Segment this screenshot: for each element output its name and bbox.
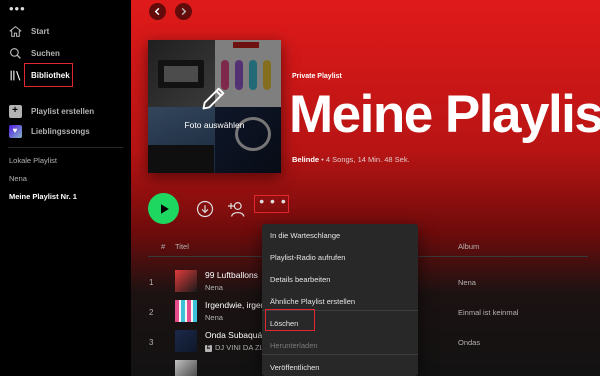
track-album[interactable]: Nena xyxy=(458,278,476,287)
col-num: # xyxy=(161,242,166,251)
menu-item-download: Herunterladen xyxy=(270,341,318,350)
play-button[interactable] xyxy=(148,193,179,224)
context-menu: In die Warteschlange Playlist-Radio aufr… xyxy=(262,224,418,376)
library-icon xyxy=(8,68,22,82)
page-title[interactable]: Meine Playlist xyxy=(289,84,600,146)
menu-item-delete[interactable]: Löschen xyxy=(270,319,298,328)
explicit-badge: E xyxy=(205,344,212,352)
plus-icon-wrap: + xyxy=(8,104,22,118)
track-thumbnail xyxy=(175,330,197,352)
playlist-owner[interactable]: Belinde xyxy=(292,155,319,164)
app-menu-button[interactable]: ••• xyxy=(9,2,26,15)
menu-item-publish[interactable]: Veröffentlichen xyxy=(270,363,319,372)
track-artist[interactable]: Nena xyxy=(205,313,223,322)
add-user-button[interactable] xyxy=(227,199,247,219)
chevron-right-icon xyxy=(181,7,187,16)
search-icon xyxy=(8,46,22,60)
play-icon xyxy=(160,203,169,214)
nav-search-label: Suchen xyxy=(31,48,60,58)
menu-item-edit-details[interactable]: Details bearbeiten xyxy=(270,275,330,284)
add-user-icon xyxy=(228,202,245,217)
forward-button[interactable] xyxy=(175,3,192,20)
playlist-cover[interactable]: Foto auswählen xyxy=(148,40,281,173)
plus-icon: + xyxy=(8,104,22,118)
back-button[interactable] xyxy=(149,3,166,20)
track-thumbnail xyxy=(175,300,197,322)
playlist-stats: • 4 Songs, 14 Min. 48 Sek. xyxy=(319,155,410,164)
track-album[interactable]: Einmal ist keinmal xyxy=(458,308,518,317)
heart-icon-wrap: ♥ xyxy=(8,124,22,138)
menu-item-similar-playlist[interactable]: Ähnliche Playlist erstellen xyxy=(270,297,355,306)
liked-songs-label: Lieblingssongs xyxy=(31,126,90,136)
sidebar-playlist-item[interactable]: Nena xyxy=(9,174,27,183)
menu-divider xyxy=(262,354,418,355)
track-number: 1 xyxy=(149,278,154,287)
nav-start-label: Start xyxy=(31,26,50,36)
home-icon xyxy=(8,24,22,38)
track-artist[interactable]: Nena xyxy=(205,283,223,292)
playlist-meta: Belinde • 4 Songs, 14 Min. 48 Sek. xyxy=(292,155,410,164)
col-title[interactable]: Titel xyxy=(175,242,189,251)
menu-item-radio[interactable]: Playlist-Radio aufrufen xyxy=(270,253,345,262)
nav-library[interactable]: Bibliothek xyxy=(8,65,70,85)
sidebar-playlist-item[interactable]: Meine Playlist Nr. 1 xyxy=(9,192,77,201)
track-number: 3 xyxy=(149,338,154,347)
create-playlist-label: Playlist erstellen xyxy=(31,106,95,116)
nav-start[interactable]: Start xyxy=(8,21,49,41)
track-thumbnail xyxy=(175,360,197,376)
pencil-icon xyxy=(202,87,225,110)
sidebar: ••• Start Suchen Bibliothek + Playlist e… xyxy=(0,0,131,376)
download-icon xyxy=(196,200,214,218)
liked-songs-button[interactable]: ♥ Lieblingssongs xyxy=(8,121,90,141)
track-number: 2 xyxy=(149,308,154,317)
track-album[interactable]: Ondas xyxy=(458,338,480,347)
menu-divider xyxy=(262,310,418,311)
nav-search[interactable]: Suchen xyxy=(8,43,60,63)
col-album[interactable]: Album xyxy=(458,242,479,251)
more-options-button[interactable]: • • • xyxy=(257,194,289,213)
menu-item-queue[interactable]: In die Warteschlange xyxy=(270,231,340,240)
choose-photo-label: Foto auswählen xyxy=(184,120,245,130)
nav-library-label: Bibliothek xyxy=(31,70,70,80)
playlist-type: Private Playlist xyxy=(292,73,342,80)
heart-icon: ♥ xyxy=(8,124,22,138)
sidebar-divider xyxy=(8,147,123,148)
create-playlist-button[interactable]: + Playlist erstellen xyxy=(8,101,94,121)
track-thumbnail xyxy=(175,270,197,292)
chevron-left-icon xyxy=(154,7,160,16)
download-button[interactable] xyxy=(195,199,215,219)
sidebar-playlist-item[interactable]: Lokale Playlist xyxy=(9,156,57,165)
track-title[interactable]: 99 Luftballons xyxy=(205,270,258,280)
